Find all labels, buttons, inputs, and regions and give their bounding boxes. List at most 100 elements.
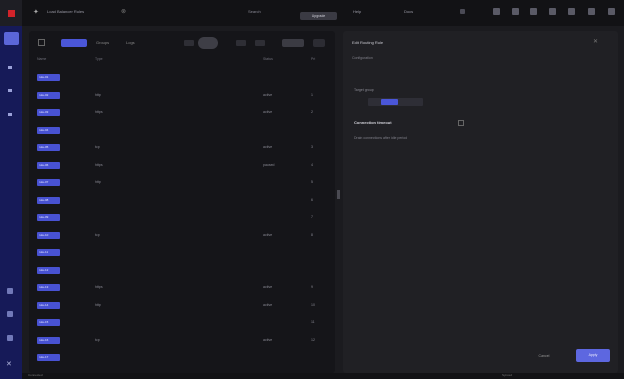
left-rail — [0, 26, 22, 379]
rule-name-chip[interactable]: rule-17 — [37, 354, 60, 361]
rail-item-apps[interactable] — [8, 66, 12, 69]
table-row[interactable]: rule-04 — [29, 122, 335, 139]
table-row[interactable]: rule-17 — [29, 349, 335, 366]
details-subtitle: Configuration — [352, 56, 373, 60]
star-icon[interactable]: ✦ — [33, 8, 39, 16]
col-priority[interactable]: Pri — [311, 57, 315, 61]
target-group-selected-chip[interactable] — [381, 99, 398, 105]
rule-type: tcp — [95, 232, 100, 237]
status-left: Connected — [28, 373, 43, 377]
table-row[interactable]: rule-13 https active 9 — [29, 279, 335, 296]
table-row[interactable]: rule-14 http active 10 — [29, 297, 335, 314]
rule-priority: 2 — [311, 110, 313, 114]
rail-item-logs[interactable] — [7, 288, 13, 294]
rule-name-chip[interactable]: rule-06 — [37, 161, 60, 169]
panel-icon[interactable] — [530, 8, 537, 15]
col-status[interactable]: Status — [263, 57, 273, 61]
rule-type: http — [95, 302, 101, 307]
rule-priority: 3 — [311, 145, 313, 149]
app-logo-mark — [7, 9, 15, 17]
view-toggle[interactable] — [198, 37, 218, 49]
user-icon[interactable] — [568, 8, 575, 15]
rule-name-chip[interactable]: rule-09 — [37, 214, 60, 221]
rail-item-alerts[interactable] — [7, 311, 13, 317]
options-button[interactable] — [313, 39, 325, 47]
table-row[interactable]: rule-15 11 — [29, 314, 335, 331]
upgrade-button[interactable]: Upgrade — [300, 12, 337, 20]
rule-name-chip[interactable]: rule-07 — [37, 179, 60, 186]
tab-groups[interactable]: Groups — [96, 40, 109, 45]
rules-list-panel: Groups Logs Name Type Status Pri rule-01… — [29, 31, 335, 373]
docs-link[interactable]: Docs — [404, 9, 413, 14]
rule-name-chip[interactable]: rule-13 — [37, 284, 60, 291]
rule-type: https — [95, 285, 103, 289]
settings-icon[interactable] — [549, 8, 556, 15]
apply-button[interactable]: Apply — [576, 349, 610, 362]
rule-type: https — [95, 162, 103, 167]
rail-item-storage[interactable] — [8, 113, 12, 116]
status-bar: Connected Synced — [22, 373, 624, 379]
target-group-label: Target group — [354, 88, 374, 92]
panel-resize-handle[interactable] — [337, 190, 340, 199]
rule-name-chip[interactable]: rule-12 — [37, 266, 60, 274]
col-type[interactable]: Type — [95, 57, 103, 61]
apps-icon[interactable] — [588, 8, 595, 15]
rule-name-chip[interactable]: rule-02 — [37, 91, 60, 99]
layout-icon[interactable] — [512, 8, 519, 15]
rail-item-home-selected[interactable] — [4, 32, 19, 45]
rule-name-chip[interactable]: rule-14 — [37, 301, 60, 309]
rule-name-chip[interactable]: rule-05 — [37, 144, 60, 151]
table-row[interactable]: rule-09 7 — [29, 209, 335, 226]
table-row[interactable]: rule-16 tcp active 12 — [29, 332, 335, 349]
notification-icon[interactable] — [460, 9, 465, 14]
table-row[interactable]: rule-02 http active 1 — [29, 87, 335, 104]
table-row[interactable]: rule-01 — [29, 69, 335, 86]
rule-status: active — [263, 232, 273, 237]
rule-name-chip[interactable]: rule-08 — [37, 196, 60, 204]
rule-status: active — [263, 302, 273, 307]
rule-status: active — [263, 337, 273, 342]
table-row[interactable]: rule-05 tcp active 3 — [29, 139, 335, 156]
table-row[interactable]: rule-08 6 — [29, 192, 335, 209]
rule-name-chip[interactable]: rule-04 — [37, 126, 60, 134]
rule-priority: 6 — [311, 197, 313, 202]
col-name[interactable]: Name — [37, 57, 46, 61]
rule-name-chip[interactable]: rule-10 — [37, 231, 60, 239]
tab-rules[interactable] — [61, 39, 87, 47]
rule-type: http — [95, 180, 101, 184]
collapse-icon[interactable]: ✕ — [6, 360, 12, 368]
refresh-icon[interactable] — [236, 40, 246, 46]
rail-item-account[interactable] — [7, 335, 13, 341]
rule-status: active — [263, 110, 273, 114]
grid-icon[interactable] — [493, 8, 500, 15]
table-row[interactable]: rule-10 tcp active 8 — [29, 227, 335, 244]
rule-name-chip[interactable]: rule-11 — [37, 249, 60, 256]
help-link[interactable]: Help — [353, 9, 361, 14]
more-icon[interactable] — [608, 8, 615, 15]
tab-logs[interactable]: Logs — [126, 40, 135, 45]
search-button[interactable]: Search — [248, 9, 261, 14]
close-icon[interactable]: ✕ — [593, 38, 598, 45]
filter-icon[interactable] — [38, 39, 45, 46]
rule-name-chip[interactable]: rule-15 — [37, 319, 60, 326]
table-row[interactable]: rule-07 http 5 — [29, 174, 335, 191]
table-row[interactable]: rule-06 https paused 4 — [29, 157, 335, 174]
rule-status: paused — [263, 162, 275, 167]
table-row[interactable]: rule-03 https active 2 — [29, 104, 335, 121]
sort-icon[interactable] — [255, 40, 265, 46]
info-icon[interactable] — [458, 120, 464, 126]
rule-priority: 1 — [311, 92, 313, 97]
cancel-button[interactable]: Cancel — [529, 351, 559, 361]
add-rule-button[interactable] — [282, 39, 304, 47]
rule-name-chip[interactable]: rule-16 — [37, 336, 60, 344]
rule-name-chip[interactable]: rule-03 — [37, 109, 60, 116]
close-tab-icon[interactable]: ⊗ — [121, 8, 126, 15]
table-row[interactable]: rule-12 — [29, 262, 335, 279]
rule-name-chip[interactable]: rule-01 — [37, 74, 60, 81]
view-toggle-left[interactable] — [184, 40, 194, 46]
rule-type: tcp — [95, 145, 100, 149]
rail-item-network[interactable] — [8, 89, 12, 92]
table-row[interactable]: rule-11 — [29, 244, 335, 261]
list-toolbar: Groups Logs — [29, 31, 335, 55]
app-logo[interactable] — [0, 0, 22, 26]
